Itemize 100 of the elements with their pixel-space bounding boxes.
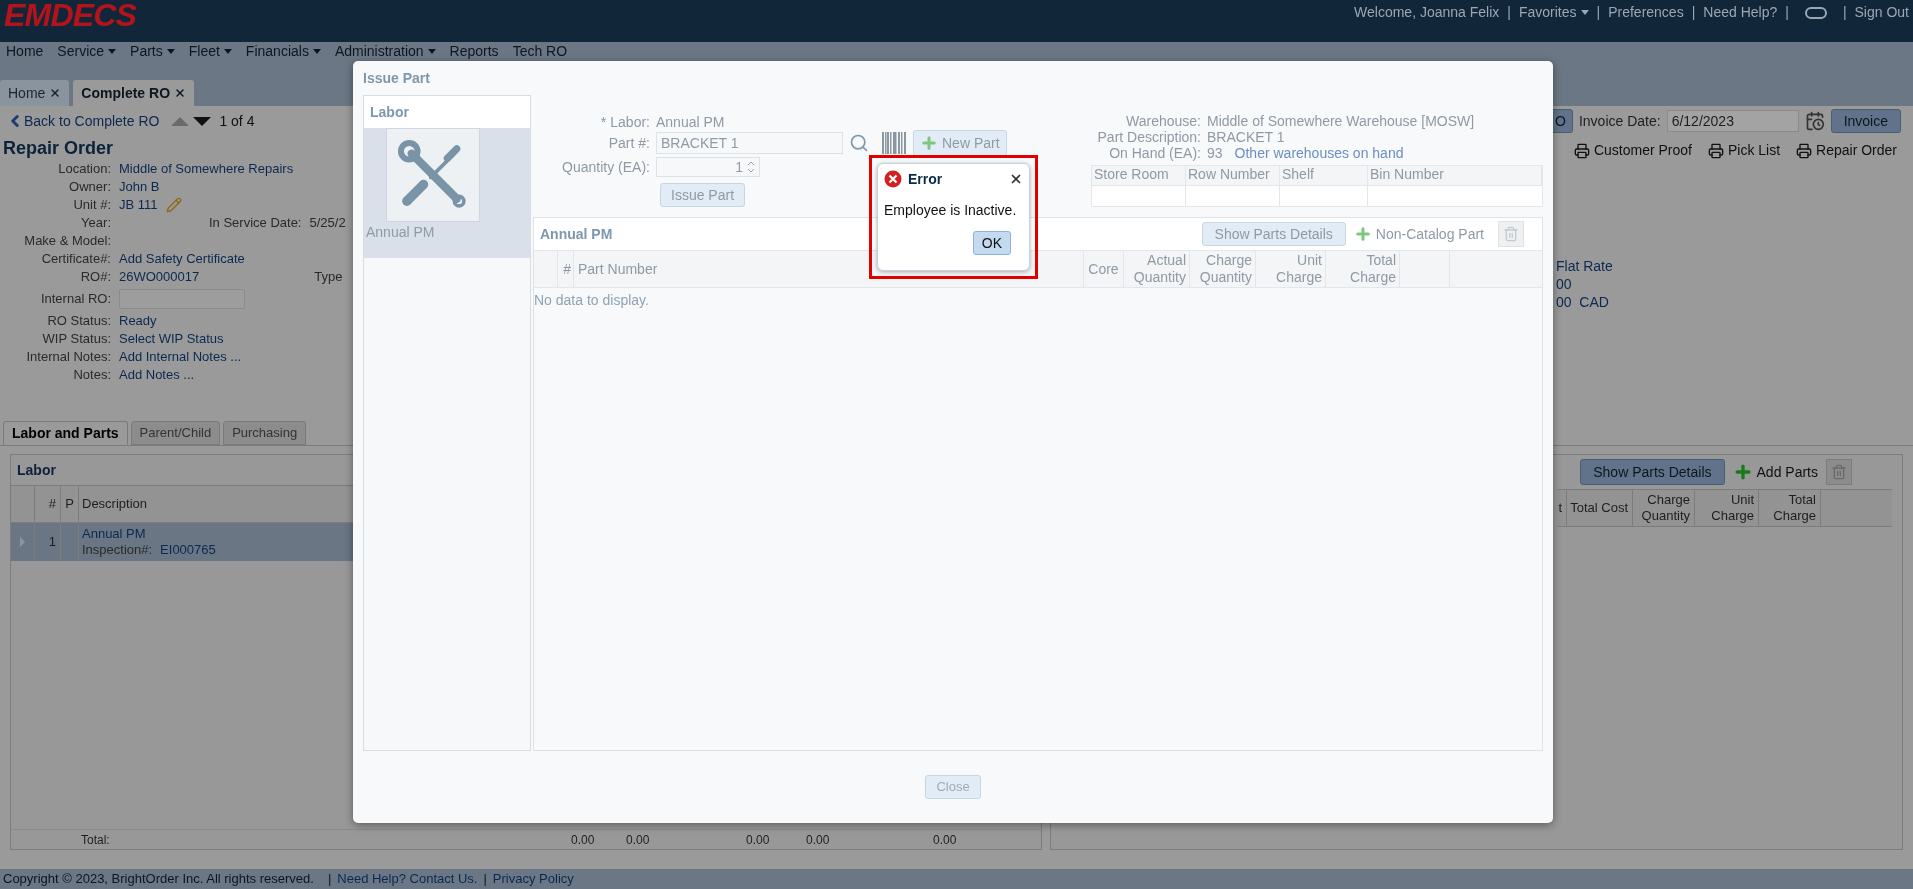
field-value[interactable]: Ready bbox=[119, 311, 157, 331]
add-parts-button[interactable]: Add Parts bbox=[1732, 461, 1818, 483]
trash-icon bbox=[1831, 464, 1847, 480]
close-icon[interactable] bbox=[1009, 172, 1023, 186]
field-label: Location: bbox=[57, 160, 112, 179]
field-value[interactable]: 26WO000017 bbox=[119, 267, 200, 287]
menu-item[interactable]: Parts bbox=[130, 43, 175, 59]
labor-list-item[interactable]: Annual PM bbox=[364, 128, 530, 258]
field-label: In Service Date: bbox=[209, 214, 302, 233]
separator: | bbox=[1507, 3, 1511, 22]
column-header: Actual Quantity bbox=[1124, 251, 1190, 287]
column-header: Row Number bbox=[1186, 166, 1280, 185]
close-button[interactable]: Close bbox=[925, 775, 981, 799]
field-value[interactable]: Add Safety Certificate bbox=[119, 249, 245, 269]
field-value[interactable]: Add Internal Notes ... bbox=[119, 347, 242, 367]
column-header: Total Charge bbox=[1759, 490, 1821, 526]
menu-item[interactable]: Home bbox=[6, 43, 44, 59]
labor-label: Labor: bbox=[610, 114, 650, 130]
detail-tab[interactable]: Purchasing bbox=[223, 421, 307, 445]
edit-icon[interactable] bbox=[165, 197, 182, 213]
footer-link[interactable]: Need Help? Contact Us. bbox=[337, 869, 478, 889]
menu-item[interactable]: Financials bbox=[245, 43, 321, 59]
column-header: # bbox=[35, 486, 61, 522]
separator: | bbox=[1596, 3, 1601, 22]
field-label: RO Status: bbox=[46, 312, 112, 331]
other-warehouses-link[interactable]: Other warehouses on hand bbox=[1234, 145, 1404, 161]
invoice-date-field[interactable]: 6/12/2023 bbox=[1666, 110, 1799, 132]
spinner-icon[interactable] bbox=[747, 160, 755, 174]
menu-item[interactable]: Fleet bbox=[188, 43, 232, 59]
column-header: Shelf bbox=[1280, 166, 1368, 185]
column-header: Store Room bbox=[1092, 166, 1186, 185]
record-position: 1 of 4 bbox=[219, 111, 255, 131]
chat-icon[interactable] bbox=[1804, 6, 1827, 19]
part-number-field[interactable]: BRACKET 1 bbox=[656, 132, 843, 154]
page-tab[interactable]: Complete RO bbox=[73, 80, 195, 106]
row-expand-icon[interactable] bbox=[20, 537, 25, 547]
issue-part-button[interactable]: Issue Part bbox=[660, 183, 746, 207]
header-link[interactable]: Need Help? bbox=[1703, 2, 1778, 23]
caret-icon bbox=[223, 48, 232, 54]
field-value[interactable]: Add Notes ... bbox=[119, 365, 195, 385]
inspection-label: Inspection#: bbox=[82, 542, 153, 558]
inspection-number[interactable]: EI000765 bbox=[160, 542, 216, 558]
field-label: Internal Notes: bbox=[25, 348, 112, 367]
search-icon[interactable] bbox=[849, 133, 869, 153]
next-icon[interactable] bbox=[193, 116, 212, 126]
separator: | bbox=[327, 870, 332, 889]
rate-text: 00 CAD bbox=[1556, 293, 1610, 311]
repair-order-title: Repair Order bbox=[3, 137, 114, 160]
detail-tab[interactable]: Parent/Child bbox=[130, 421, 221, 445]
column-header: Total Charge bbox=[1326, 251, 1400, 287]
column-header: Bin Number bbox=[1368, 166, 1542, 185]
separator: | bbox=[1691, 3, 1696, 22]
ok-button[interactable]: OK bbox=[972, 231, 1011, 255]
labor-value: Annual PM bbox=[656, 113, 725, 131]
caret-icon bbox=[166, 48, 175, 54]
page-tab[interactable]: Home bbox=[0, 80, 70, 106]
warehouse-value: BRACKET 1 bbox=[1207, 129, 1285, 145]
menu-item[interactable]: Service bbox=[57, 43, 117, 59]
logo: EMDECS bbox=[4, 0, 137, 30]
print-button[interactable]: Customer Proof bbox=[1573, 140, 1692, 161]
delete-button[interactable] bbox=[1826, 459, 1852, 485]
show-parts-details-button[interactable]: Show Parts Details bbox=[1580, 459, 1725, 485]
welcome-text: Welcome, Joanna Felix bbox=[1354, 3, 1500, 22]
field-label: Type bbox=[314, 268, 343, 287]
detail-tab[interactable]: Labor and Parts bbox=[3, 421, 128, 445]
warehouse-value: 93 bbox=[1207, 145, 1223, 161]
grid-title: Annual PM bbox=[540, 224, 613, 244]
field-label: Notes: bbox=[72, 366, 112, 385]
field-label: Year: bbox=[80, 214, 112, 233]
print-button[interactable]: Pick List bbox=[1707, 140, 1781, 161]
header-link[interactable]: Preferences bbox=[1608, 2, 1684, 23]
menu-item[interactable]: Administration bbox=[334, 43, 436, 59]
barcode-icon[interactable] bbox=[881, 131, 907, 155]
field-value: Middle of Somewhere Repairs bbox=[119, 160, 294, 179]
menu-item[interactable]: Reports bbox=[449, 43, 499, 59]
quantity-field[interactable]: 1 bbox=[656, 157, 760, 177]
back-link[interactable]: Back to Complete RO bbox=[24, 110, 160, 132]
print-button[interactable]: Repair Order bbox=[1796, 140, 1897, 161]
caret-icon bbox=[312, 48, 321, 54]
calendar-icon[interactable] bbox=[1804, 111, 1825, 131]
total-value: 0.00 bbox=[746, 831, 771, 849]
header-link[interactable]: Sign Out bbox=[1854, 2, 1909, 23]
close-icon[interactable] bbox=[49, 87, 62, 99]
dialog-title: Issue Part bbox=[363, 68, 431, 88]
invoice-button[interactable]: Invoice bbox=[1830, 109, 1901, 133]
favorites-menu[interactable]: Favorites bbox=[1518, 2, 1589, 23]
separator: | bbox=[1785, 3, 1789, 22]
menu-item[interactable]: Tech RO bbox=[512, 43, 568, 59]
footer-link[interactable]: Privacy Policy bbox=[492, 869, 574, 889]
total-label: Total: bbox=[81, 831, 111, 849]
new-part-button[interactable]: New Part bbox=[913, 130, 1007, 156]
printer-icon bbox=[1796, 142, 1813, 159]
separator: | bbox=[483, 870, 487, 889]
field-label: WIP Status: bbox=[41, 330, 112, 349]
field-value[interactable]: Select WIP Status bbox=[119, 329, 224, 349]
non-catalog-part-button[interactable]: Non-Catalog Part bbox=[1353, 223, 1484, 245]
close-icon[interactable] bbox=[174, 87, 187, 99]
show-parts-details-button[interactable]: Show Parts Details bbox=[1201, 222, 1346, 246]
trash-icon bbox=[1503, 226, 1519, 242]
column-header: # bbox=[558, 251, 574, 287]
